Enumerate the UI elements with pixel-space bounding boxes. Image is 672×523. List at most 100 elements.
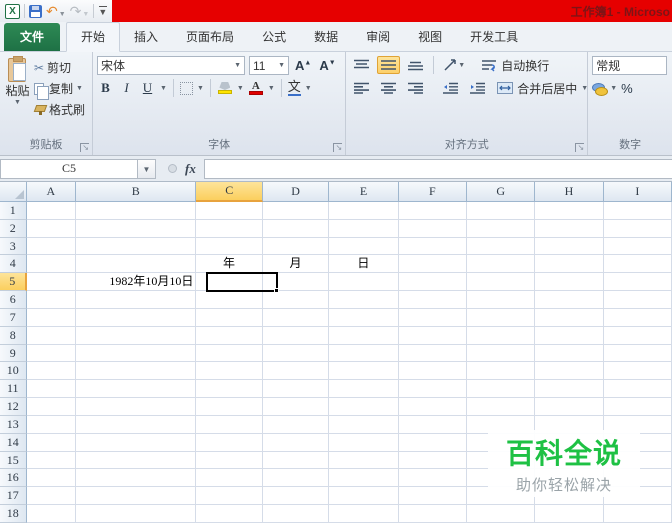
cell-E5[interactable]	[329, 273, 399, 292]
row-header-1[interactable]: 1	[0, 202, 27, 220]
row-header-11[interactable]: 11	[0, 380, 27, 399]
tab-插入[interactable]: 插入	[120, 23, 172, 51]
column-header-I[interactable]: I	[603, 182, 672, 202]
cell-E2[interactable]	[329, 219, 399, 238]
paste-dropdown-arrow[interactable]: ▼	[14, 99, 21, 106]
cell-I7[interactable]	[603, 308, 672, 327]
cell-G2[interactable]	[466, 219, 536, 238]
format-painter-button[interactable]: 格式刷	[31, 100, 88, 119]
cell-B3[interactable]	[75, 237, 197, 256]
cell-G11[interactable]	[466, 380, 536, 399]
cell-C16[interactable]	[196, 469, 263, 488]
cell-H1[interactable]	[535, 202, 604, 220]
cell-H11[interactable]	[535, 380, 604, 399]
cell-F14[interactable]	[398, 433, 467, 452]
cell-D13[interactable]	[262, 415, 330, 434]
shrink-font-button[interactable]: A▼	[317, 58, 337, 73]
cell-G9[interactable]	[466, 344, 536, 363]
cell-D17[interactable]	[262, 487, 330, 506]
cell-F10[interactable]	[398, 362, 467, 381]
cell-E9[interactable]	[329, 344, 399, 363]
row-header-2[interactable]: 2	[0, 219, 27, 238]
cell-F3[interactable]	[398, 237, 467, 256]
cell-H2[interactable]	[535, 219, 604, 238]
currency-dropdown-arrow[interactable]: ▼	[610, 85, 617, 92]
cell-I5[interactable]	[603, 273, 672, 292]
cell-A6[interactable]	[26, 291, 76, 309]
paste-button[interactable]: 粘贴 ▼	[4, 56, 31, 137]
redo-button[interactable]: ↷▼	[70, 4, 90, 19]
font-color-dropdown-arrow[interactable]: ▼	[268, 85, 275, 92]
tab-视图[interactable]: 视图	[404, 23, 456, 51]
cell-F9[interactable]	[398, 344, 467, 363]
cell-D1[interactable]	[262, 202, 330, 220]
cell-C8[interactable]	[196, 326, 263, 345]
cell-A16[interactable]	[26, 469, 76, 488]
cell-A3[interactable]	[26, 237, 76, 256]
cut-button[interactable]: ✂ 剪切	[31, 58, 88, 77]
bold-button[interactable]: B	[97, 80, 114, 96]
align-center-button[interactable]	[377, 79, 400, 97]
cell-B2[interactable]	[75, 219, 197, 238]
row-header-13[interactable]: 13	[0, 415, 27, 434]
save-icon[interactable]	[29, 4, 42, 18]
cell-D15[interactable]	[262, 451, 330, 470]
cell-C15[interactable]	[196, 451, 263, 470]
cell-H6[interactable]	[535, 291, 604, 309]
cell-D18[interactable]	[262, 505, 330, 523]
cell-F6[interactable]	[398, 291, 467, 309]
cell-G7[interactable]	[466, 308, 536, 327]
cell-H8[interactable]	[535, 326, 604, 345]
cell-C4[interactable]: 年	[196, 255, 263, 274]
cell-I8[interactable]	[603, 326, 672, 345]
cell-A7[interactable]	[26, 308, 76, 327]
row-header-6[interactable]: 6	[0, 291, 27, 309]
grow-font-button[interactable]: A▲	[293, 58, 313, 73]
cell-B13[interactable]	[75, 415, 197, 434]
cell-B1[interactable]	[75, 202, 197, 220]
undo-button[interactable]: ↶▼	[46, 4, 66, 19]
cell-F17[interactable]	[398, 487, 467, 506]
cell-C3[interactable]	[196, 237, 263, 256]
cell-C1[interactable]	[196, 202, 263, 220]
cell-I1[interactable]	[603, 202, 672, 220]
cell-F4[interactable]	[398, 255, 467, 274]
cell-G3[interactable]	[466, 237, 536, 256]
fill-color-dropdown-arrow[interactable]: ▼	[237, 85, 244, 92]
alignment-dialog-launcher-icon[interactable]: ↘	[575, 143, 585, 152]
cell-A2[interactable]	[26, 219, 76, 238]
cell-I9[interactable]	[603, 344, 672, 363]
select-all-button[interactable]	[0, 182, 27, 202]
cell-B14[interactable]	[75, 433, 197, 452]
row-header-5[interactable]: 5	[0, 273, 27, 292]
font-name-combo[interactable]: 宋体 ▼	[97, 56, 245, 75]
cell-B18[interactable]	[75, 505, 197, 523]
cell-G18[interactable]	[466, 505, 536, 523]
fill-color-button[interactable]	[217, 82, 233, 94]
borders-icon[interactable]	[179, 81, 193, 95]
cell-A1[interactable]	[26, 202, 76, 220]
cell-A4[interactable]	[26, 255, 76, 274]
cell-D10[interactable]	[262, 362, 330, 381]
formula-input[interactable]	[203, 158, 672, 179]
cell-G4[interactable]	[466, 255, 536, 274]
cell-B8[interactable]	[75, 326, 197, 345]
column-header-F[interactable]: F	[398, 182, 467, 202]
cell-D14[interactable]	[262, 433, 330, 452]
excel-app-icon[interactable]: X	[5, 3, 20, 19]
align-left-button[interactable]	[350, 79, 373, 97]
cell-E18[interactable]	[329, 505, 399, 523]
cell-D4[interactable]: 月	[262, 255, 330, 274]
customize-qat-button[interactable]: ▼	[98, 6, 107, 17]
cell-F11[interactable]	[398, 380, 467, 399]
cell-D6[interactable]	[262, 291, 330, 309]
row-header-15[interactable]: 15	[0, 451, 27, 470]
tab-页面布局[interactable]: 页面布局	[172, 23, 248, 51]
cell-H9[interactable]	[535, 344, 604, 363]
font-dialog-launcher-icon[interactable]: ↘	[333, 143, 343, 152]
cell-G5[interactable]	[466, 273, 536, 292]
cell-G8[interactable]	[466, 326, 536, 345]
cell-A11[interactable]	[26, 380, 76, 399]
row-header-4[interactable]: 4	[0, 255, 27, 274]
cell-D8[interactable]	[262, 326, 330, 345]
